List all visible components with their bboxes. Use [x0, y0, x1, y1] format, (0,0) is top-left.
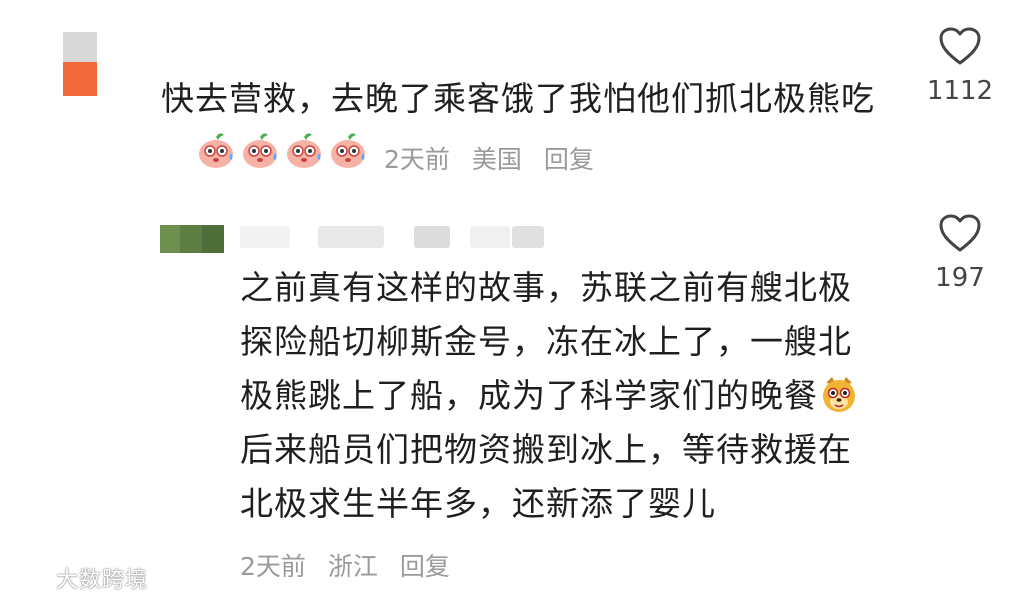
comment-body: 快去营救，去晚了乘客饿了我怕他们抓北极熊吃: [161, 79, 875, 118]
comment-line: 之前真有这样的故事，苏联之前有艘北极: [240, 268, 852, 307]
comment-text: 快去营救，去晚了乘客饿了我怕他们抓北极熊吃: [161, 72, 881, 126]
comment-line: 极熊跳上了船，成为了科学家们的晚餐: [240, 376, 818, 415]
sweating-face-emoji: [287, 133, 321, 168]
heart-icon[interactable]: [938, 26, 982, 66]
comment-line-with-emoji: 极熊跳上了船，成为了科学家们的晚餐: [240, 369, 890, 423]
comment-line: 探险船切柳斯金号，冻在冰上了，一艘北: [240, 322, 852, 361]
like-count: 197: [935, 263, 985, 293]
like-button[interactable]: 197: [915, 213, 1005, 293]
comment-location: 浙江: [327, 552, 378, 581]
username-blurred[interactable]: [512, 226, 544, 248]
avatar-pixel: [202, 225, 224, 253]
comment-line: 后来船员们把物资搬到冰上，等待救援在: [240, 430, 852, 469]
comment-line: 北极求生半年多，还新添了婴儿: [240, 484, 716, 523]
watermark-text: 大数跨境: [56, 568, 149, 593]
reply-button[interactable]: 回复: [400, 552, 450, 581]
avatar[interactable]: [160, 225, 224, 253]
watermark-logo-icon: [9, 571, 47, 589]
sweating-face-emoji: [331, 133, 365, 168]
comment-time: 2天前: [240, 552, 306, 581]
username-blurred[interactable]: [240, 226, 290, 248]
watermark: 大数跨境: [8, 562, 148, 594]
comment-location: 美国: [471, 145, 522, 174]
dog-face-emoji: [823, 377, 855, 412]
reply-button[interactable]: 回复: [544, 145, 594, 174]
sweating-face-emoji: [199, 133, 233, 168]
username-blurred[interactable]: [470, 226, 510, 248]
comment-meta: 2天前 美国 回复: [384, 140, 608, 176]
like-count: 1112: [926, 76, 994, 106]
username-blurred[interactable]: [414, 226, 450, 248]
like-button[interactable]: 1112: [915, 26, 1005, 106]
avatar-pixel: [180, 225, 202, 253]
emoji-group: [196, 131, 368, 175]
avatar-pixel: [63, 62, 97, 96]
comment-time: 2天前: [384, 145, 450, 174]
username-blurred[interactable]: [318, 226, 384, 248]
heart-icon[interactable]: [938, 213, 982, 253]
comment-meta: 2天前 浙江 回复: [240, 547, 464, 583]
comment-text: 之前真有这样的故事，苏联之前有艘北极 探险船切柳斯金号，冻在冰上了，一艘北 极熊…: [240, 261, 890, 531]
avatar-pixel: [160, 225, 180, 253]
avatar-pixel: [63, 32, 97, 62]
sweating-face-emoji: [243, 133, 277, 168]
avatar[interactable]: [63, 32, 97, 96]
